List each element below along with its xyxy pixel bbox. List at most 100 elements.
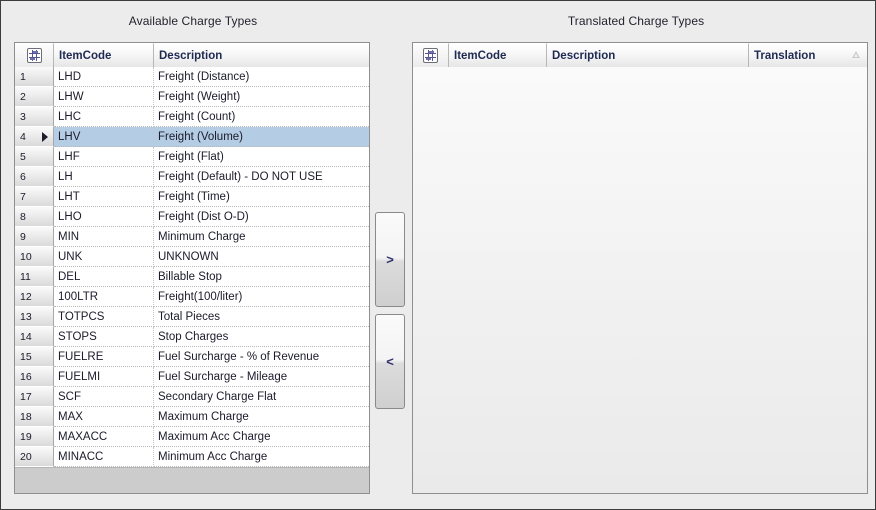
cell-itemcode[interactable]: MAXACC [54, 427, 154, 447]
row-number-cell[interactable]: 4 [15, 127, 54, 147]
row-number-label: 9 [20, 231, 26, 243]
cell-itemcode[interactable]: FUELRE [54, 347, 154, 367]
translated-charge-types-grid[interactable]: ItemCode Description Translation [412, 42, 868, 494]
column-header-itemcode[interactable]: ItemCode [449, 43, 547, 67]
cell-description[interactable]: Minimum Charge [154, 227, 369, 247]
select-all-header-cell[interactable] [413, 43, 449, 67]
column-header-description[interactable]: Description [547, 43, 749, 67]
row-number-cell[interactable]: 18 [15, 407, 54, 427]
column-header-itemcode[interactable]: ItemCode [54, 43, 154, 67]
cell-description[interactable]: Billable Stop [154, 267, 369, 287]
table-row[interactable]: 7 LHTFreight (Time) [15, 187, 369, 207]
table-row[interactable]: 13TOTPCSTotal Pieces [15, 307, 369, 327]
cell-description[interactable]: Freight (Distance) [154, 67, 369, 87]
cell-description[interactable]: Maximum Charge [154, 407, 369, 427]
available-charge-types-grid[interactable]: ItemCode Description 1LHDFreight (Distan… [14, 42, 370, 494]
cell-description[interactable]: Minimum Acc Charge [154, 447, 369, 467]
cell-description[interactable]: Total Pieces [154, 307, 369, 327]
row-number-cell[interactable]: 1 [15, 67, 54, 87]
cell-description[interactable]: Freight(100/liter) [154, 287, 369, 307]
table-row[interactable]: 14 STOPSStop Charges [15, 327, 369, 347]
column-header-description[interactable]: Description [154, 43, 369, 67]
table-row[interactable]: 8 LHOFreight (Dist O-D) [15, 207, 369, 227]
cell-itemcode[interactable]: LHF [54, 147, 154, 167]
row-number-label: 15 [20, 351, 32, 363]
cell-description[interactable]: UNKNOWN [154, 247, 369, 267]
row-number-cell[interactable]: 13 [15, 307, 54, 327]
sort-ascending-icon [852, 51, 860, 58]
table-row[interactable]: 19MAXACCMaximum Acc Charge [15, 427, 369, 447]
row-number-label: 14 [20, 331, 32, 343]
row-number-label: 8 [20, 211, 26, 223]
cell-itemcode[interactable]: STOPS [54, 327, 154, 347]
row-number-cell[interactable]: 17 [15, 387, 54, 407]
cell-itemcode[interactable]: FUELMI [54, 367, 154, 387]
table-row[interactable]: 2 LHWFreight (Weight) [15, 87, 369, 107]
table-row[interactable]: 11DELBillable Stop [15, 267, 369, 287]
cell-itemcode[interactable]: LH [54, 167, 154, 187]
cell-itemcode[interactable]: LHW [54, 87, 154, 107]
row-number-cell[interactable]: 10 [15, 247, 54, 267]
table-row[interactable]: 18MAXMaximum Charge [15, 407, 369, 427]
cell-description[interactable]: Secondary Charge Flat [154, 387, 369, 407]
cell-itemcode[interactable]: MAX [54, 407, 154, 427]
table-row[interactable]: 15 FUELREFuel Surcharge - % of Revenue [15, 347, 369, 367]
table-row[interactable]: 12100LTRFreight(100/liter) [15, 287, 369, 307]
cell-itemcode[interactable]: LHO [54, 207, 154, 227]
cell-description[interactable]: Fuel Surcharge - Mileage [154, 367, 369, 387]
row-number-cell[interactable]: 20 [15, 447, 54, 467]
row-number-cell[interactable]: 19 [15, 427, 54, 447]
row-number-label: 4 [20, 131, 26, 143]
cell-description[interactable]: Freight (Dist O-D) [154, 207, 369, 227]
cell-itemcode[interactable]: TOTPCS [54, 307, 154, 327]
table-row[interactable]: 3LHCFreight (Count) [15, 107, 369, 127]
table-row[interactable]: 4 LHVFreight (Volume) [15, 127, 369, 147]
row-number-cell[interactable]: 9 [15, 227, 54, 247]
row-number-cell[interactable]: 11 [15, 267, 54, 287]
row-number-cell[interactable]: 2 [15, 87, 54, 107]
row-number-cell[interactable]: 12 [15, 287, 54, 307]
move-left-button[interactable]: < [375, 314, 405, 409]
row-number-cell[interactable]: 3 [15, 107, 54, 127]
cell-itemcode[interactable]: LHT [54, 187, 154, 207]
cell-description[interactable]: Stop Charges [154, 327, 369, 347]
row-number-cell[interactable]: 7 [15, 187, 54, 207]
cell-itemcode[interactable]: LHC [54, 107, 154, 127]
cell-itemcode[interactable]: MINACC [54, 447, 154, 467]
row-number-cell[interactable]: 8 [15, 207, 54, 227]
cell-itemcode[interactable]: 100LTR [54, 287, 154, 307]
cell-description[interactable]: Freight (Weight) [154, 87, 369, 107]
select-all-header-cell[interactable] [15, 43, 54, 67]
grid-header-row: ItemCode Description [15, 43, 369, 67]
table-row[interactable]: 6LHFreight (Default) - DO NOT USE [15, 167, 369, 187]
table-row[interactable]: 10UNKUNKNOWN [15, 247, 369, 267]
table-row[interactable]: 20MINACCMinimum Acc Charge [15, 447, 369, 467]
cell-itemcode[interactable]: UNK [54, 247, 154, 267]
cell-description[interactable]: Freight (Count) [154, 107, 369, 127]
cell-description[interactable]: Freight (Flat) [154, 147, 369, 167]
row-number-cell[interactable]: 14 [15, 327, 54, 347]
cell-itemcode[interactable]: LHV [54, 127, 154, 147]
cell-itemcode[interactable]: LHD [54, 67, 154, 87]
cell-itemcode[interactable]: MIN [54, 227, 154, 247]
cell-description[interactable]: Freight (Default) - DO NOT USE [154, 167, 369, 187]
cell-description[interactable]: Freight (Volume) [154, 127, 369, 147]
cell-description[interactable]: Fuel Surcharge - % of Revenue [154, 347, 369, 367]
row-number-cell[interactable]: 16 [15, 367, 54, 387]
table-row[interactable]: 1LHDFreight (Distance) [15, 67, 369, 87]
row-number-label: 7 [20, 191, 26, 203]
table-row[interactable]: 17SCFSecondary Charge Flat [15, 387, 369, 407]
cell-description[interactable]: Maximum Acc Charge [154, 427, 369, 447]
table-row[interactable]: 16FUELMIFuel Surcharge - Mileage [15, 367, 369, 387]
column-header-translation[interactable]: Translation [749, 43, 867, 67]
move-right-button[interactable]: > [375, 212, 405, 307]
table-row[interactable]: 5LHFFreight (Flat) [15, 147, 369, 167]
cell-itemcode[interactable]: DEL [54, 267, 154, 287]
cell-description[interactable]: Freight (Time) [154, 187, 369, 207]
table-row[interactable]: 9 MINMinimum Charge [15, 227, 369, 247]
cell-itemcode[interactable]: SCF [54, 387, 154, 407]
row-number-cell[interactable]: 5 [15, 147, 54, 167]
row-number-cell[interactable]: 6 [15, 167, 54, 187]
row-number-label: 2 [20, 91, 26, 103]
row-number-cell[interactable]: 15 [15, 347, 54, 367]
